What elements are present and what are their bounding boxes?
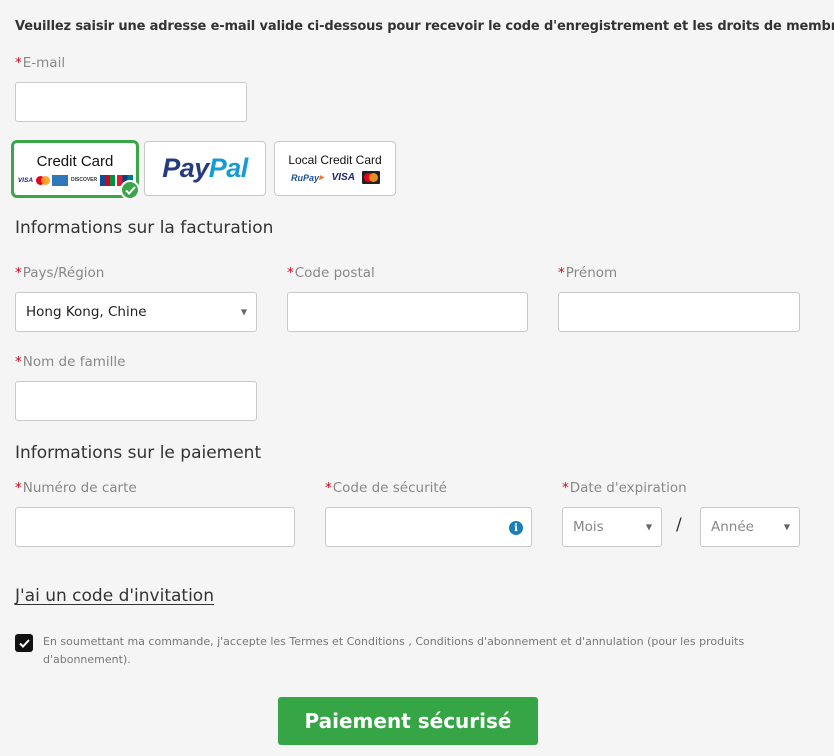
country-value: Hong Kong, Chine xyxy=(26,304,147,320)
mastercard-logo xyxy=(36,175,51,185)
expiration-label: *Date d'expiration xyxy=(562,480,687,496)
card-number-field[interactable] xyxy=(15,507,295,547)
payment-method-local-credit-card[interactable]: Local Credit Card RuPay ▸ VISA xyxy=(274,141,396,196)
expiration-year-select[interactable]: Année ▼ xyxy=(700,507,800,547)
local-credit-card-title: Local Credit Card xyxy=(288,153,382,167)
mastercard-logo xyxy=(361,171,380,184)
last-name-label: *Nom de famille xyxy=(15,354,126,370)
chevron-down-icon: ▼ xyxy=(240,307,247,317)
security-code-label: *Code de sécurité xyxy=(325,480,447,496)
visa-logo: VISA xyxy=(17,176,34,184)
terms-text: En soumettant ma commande, j'accepte les… xyxy=(43,635,745,666)
info-icon[interactable]: i xyxy=(509,521,523,535)
postal-code-label: *Code postal xyxy=(287,265,375,281)
rupay-logo: RuPay ▸ xyxy=(291,172,324,183)
checkmark-icon xyxy=(18,638,30,648)
chevron-down-icon: ▼ xyxy=(783,522,790,532)
card-logos: VISA DISCOVER xyxy=(17,174,134,186)
first-name-label: *Prénom xyxy=(558,265,618,281)
terms-checkbox[interactable] xyxy=(15,634,33,652)
payment-method-credit-card[interactable]: Credit Card VISA DISCOVER xyxy=(11,140,140,200)
chevron-down-icon: ▼ xyxy=(645,522,652,532)
selected-check-icon xyxy=(120,180,140,200)
paypal-logo: PayPal xyxy=(162,153,248,183)
amex-logo xyxy=(52,174,69,186)
year-placeholder: Année xyxy=(711,519,754,535)
card-number-label: *Numéro de carte xyxy=(15,480,137,496)
payment-method-paypal[interactable]: PayPal xyxy=(144,141,266,196)
expiration-month-select[interactable]: Mois ▼ xyxy=(562,507,662,547)
credit-card-title: Credit Card xyxy=(36,152,114,170)
date-separator: / xyxy=(676,515,682,535)
visa-logo: VISA xyxy=(331,172,355,183)
email-field[interactable] xyxy=(15,82,247,122)
email-label: *E-mail xyxy=(15,55,66,71)
secure-payment-button[interactable]: Paiement sécurisé xyxy=(278,697,538,745)
intro-text: Veuillez saisir une adresse e-mail valid… xyxy=(15,19,834,34)
first-name-field[interactable] xyxy=(558,292,800,332)
country-select[interactable]: Hong Kong, Chine ▼ xyxy=(15,292,257,332)
postal-code-field[interactable] xyxy=(287,292,528,332)
security-code-field[interactable]: i xyxy=(325,507,532,547)
local-card-logos: RuPay ▸ VISA xyxy=(290,171,380,184)
country-label: *Pays/Région xyxy=(15,265,105,281)
month-placeholder: Mois xyxy=(573,519,604,535)
last-name-field[interactable] xyxy=(15,381,257,421)
payment-section-title: Informations sur le paiement xyxy=(15,443,262,463)
jcb-logo xyxy=(100,174,116,186)
invitation-code-link[interactable]: J'ai un code d'invitation xyxy=(15,586,214,606)
billing-section-title: Informations sur la facturation xyxy=(15,218,274,238)
discover-logo: DISCOVER xyxy=(71,177,98,183)
